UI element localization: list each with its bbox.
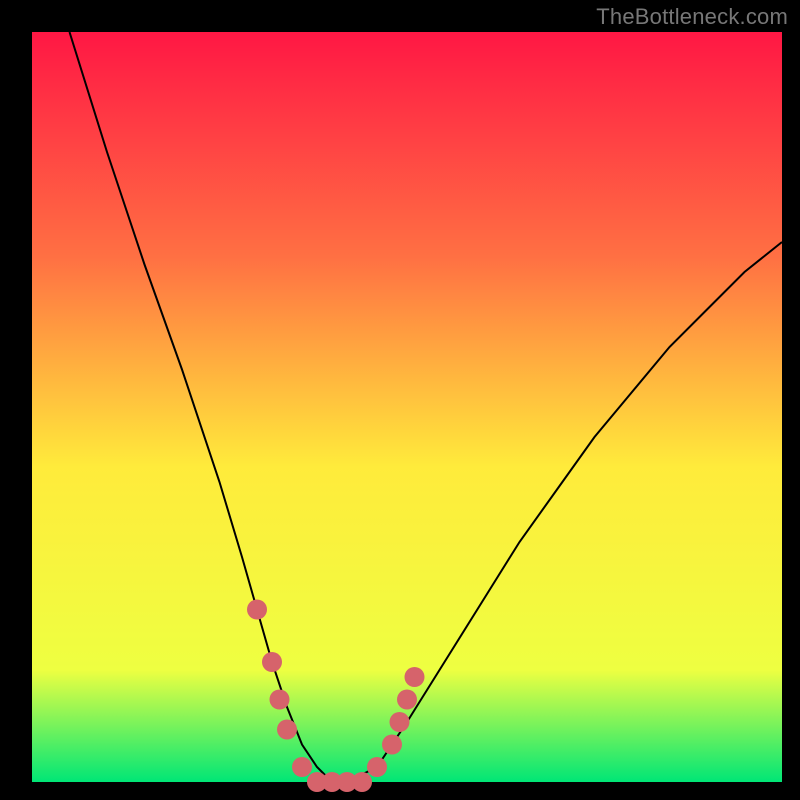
curve-marker (270, 690, 290, 710)
bottleneck-chart (0, 0, 800, 800)
curve-marker (352, 772, 372, 792)
curve-marker (262, 652, 282, 672)
curve-marker (247, 600, 267, 620)
curve-marker (397, 690, 417, 710)
curve-marker (405, 667, 425, 687)
curve-marker (382, 735, 402, 755)
curve-marker (367, 757, 387, 777)
curve-marker (390, 712, 410, 732)
curve-marker (292, 757, 312, 777)
curve-marker (277, 720, 297, 740)
chart-container: { "watermark": "TheBottleneck.com", "cha… (0, 0, 800, 800)
watermark-text: TheBottleneck.com (596, 4, 788, 30)
chart-background (32, 32, 782, 782)
